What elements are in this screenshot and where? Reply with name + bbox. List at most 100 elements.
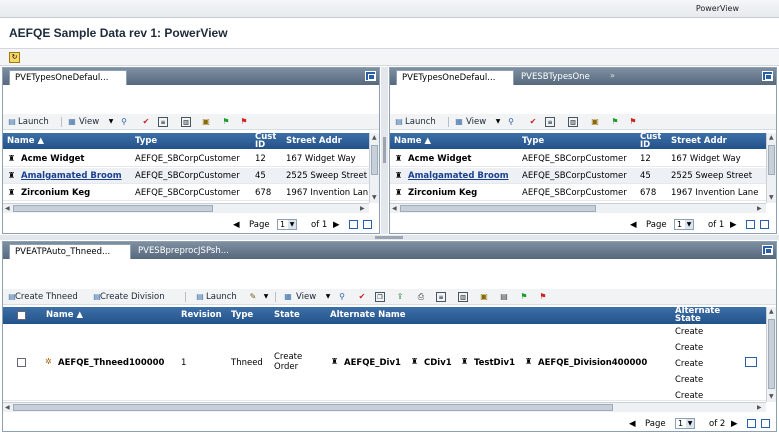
table-row[interactable]: ♜ Amalgamated Broom AEFQE_SBCorpCustomer… xyxy=(390,168,766,184)
chevron-down-icon[interactable]: ▼ xyxy=(261,292,271,302)
checkmark-icon[interactable]: ✔ xyxy=(141,117,151,127)
chevron-down-icon[interactable]: ▼ xyxy=(493,117,503,127)
tab-pvetypesone-default[interactable]: PVETypesOneDefaul... xyxy=(396,70,514,85)
scroll-left-icon[interactable]: ◀ xyxy=(5,205,10,213)
column-header-name[interactable]: Name ▲ xyxy=(7,135,127,147)
scroll-thumb[interactable] xyxy=(13,205,213,212)
scroll-right-icon[interactable]: ▶ xyxy=(757,404,762,412)
scroll-thumb[interactable] xyxy=(768,319,775,389)
print-icon[interactable]: ⎙ xyxy=(416,292,426,302)
column-header-state[interactable]: State xyxy=(274,309,300,321)
chevron-down-icon[interactable]: ▼ xyxy=(106,117,116,127)
table-row[interactable]: ♜ Amalgamated Broom AEFQE_SBCorpCustomer… xyxy=(3,168,369,184)
next-page-icon[interactable]: ▶ xyxy=(731,419,738,429)
scroll-right-icon[interactable]: ▶ xyxy=(360,205,365,213)
chart-icon[interactable]: ▥ xyxy=(568,117,578,127)
customer-name[interactable]: Zirconium Keg xyxy=(408,188,520,199)
maximize-icon[interactable] xyxy=(365,71,376,81)
scroll-right-icon[interactable]: ▶ xyxy=(757,205,762,213)
column-header-street[interactable]: Street Addr xyxy=(286,135,342,147)
tab-pveatpauto-thneed[interactable]: PVEATPAuto_Thneed... xyxy=(9,244,131,259)
notes-icon[interactable]: ▤ xyxy=(499,292,509,302)
maximize-icon[interactable] xyxy=(762,71,773,81)
export-icon[interactable] xyxy=(760,220,769,229)
table-row[interactable]: ♜ Zirconium Keg AEFQE_SBCorpCustomer 678… xyxy=(390,185,766,201)
document-icon[interactable]: ▣ xyxy=(479,292,489,302)
column-header-type[interactable]: Type xyxy=(231,309,253,321)
scroll-down-icon[interactable]: ▼ xyxy=(372,194,377,202)
thneed-name[interactable]: AEFQE_Thneed100000 xyxy=(58,358,164,369)
view-menu-button[interactable]: View xyxy=(296,291,316,303)
scroll-up-icon[interactable]: ▲ xyxy=(372,134,377,142)
flag-red-icon[interactable]: ⚑ xyxy=(628,117,638,127)
page-select[interactable]: 1 ▼ xyxy=(277,219,297,230)
flag-green-icon[interactable]: ⚑ xyxy=(610,117,620,127)
page-select[interactable]: 1 ▼ xyxy=(674,219,694,230)
page-settings-icon[interactable] xyxy=(747,419,756,428)
row-checkbox[interactable] xyxy=(17,358,26,367)
create-division-button[interactable]: Create Division xyxy=(100,291,165,303)
tab-pvesbtypesone[interactable]: PVESBTypesOne xyxy=(516,70,595,85)
scroll-thumb[interactable] xyxy=(400,205,596,212)
launch-button[interactable]: Launch xyxy=(18,116,49,128)
launch-button[interactable]: Launch xyxy=(206,291,237,303)
export-icon[interactable] xyxy=(363,220,372,229)
select-all-checkbox[interactable] xyxy=(17,311,26,320)
vertical-scrollbar[interactable]: ▲ ▼ xyxy=(369,133,379,203)
table-row[interactable]: ♜ Acme Widget AEFQE_SBCorpCustomer 12 16… xyxy=(3,151,369,167)
document-icon[interactable]: ▣ xyxy=(590,117,600,127)
chart-icon[interactable]: ▥ xyxy=(458,292,468,302)
column-header-name[interactable]: Name ▲ xyxy=(394,135,514,147)
column-header-cust-id[interactable]: Cust ID xyxy=(255,133,276,149)
table-view-icon[interactable] xyxy=(745,357,757,367)
scroll-down-icon[interactable]: ▼ xyxy=(769,194,774,202)
next-page-icon[interactable]: ▶ xyxy=(333,220,340,230)
view-menu-button[interactable]: View xyxy=(466,116,486,128)
column-header-type[interactable]: Type xyxy=(522,135,544,147)
export-icon[interactable] xyxy=(761,419,770,428)
customer-name[interactable]: Amalgamated Broom xyxy=(408,171,520,182)
document-icon[interactable]: ▣ xyxy=(201,117,211,127)
customer-name[interactable]: Acme Widget xyxy=(408,154,520,165)
column-header-alternate-name[interactable]: Alternate Name xyxy=(330,309,406,321)
tab-overflow-icon[interactable]: » xyxy=(610,71,615,80)
horizontal-scrollbar[interactable]: ◀ ▶ xyxy=(3,203,369,213)
filter-icon[interactable]: ⚲ xyxy=(337,292,347,302)
create-thneed-button[interactable]: Create Thneed xyxy=(15,291,78,303)
table-row[interactable]: ♜ Acme Widget AEFQE_SBCorpCustomer 12 16… xyxy=(390,151,766,167)
flag-red-icon[interactable]: ⚑ xyxy=(239,117,249,127)
column-header-revision[interactable]: Revision xyxy=(181,309,222,321)
horizontal-scrollbar[interactable]: ◀ ▶ xyxy=(390,203,766,213)
prev-page-icon[interactable]: ◀ xyxy=(233,220,240,230)
flag-green-icon[interactable]: ⚑ xyxy=(221,117,231,127)
checkmark-icon[interactable]: ✔ xyxy=(528,117,538,127)
filter-icon[interactable]: ⚲ xyxy=(506,117,516,127)
prev-page-icon[interactable]: ◀ xyxy=(629,419,636,429)
page-settings-icon[interactable] xyxy=(349,220,358,229)
page-settings-icon[interactable] xyxy=(746,220,755,229)
scroll-up-icon[interactable]: ▲ xyxy=(769,308,774,316)
report-icon[interactable]: ≡ xyxy=(436,292,446,302)
vertical-splitter[interactable] xyxy=(381,67,388,234)
chevron-down-icon[interactable]: ▼ xyxy=(323,292,333,302)
flag-green-icon[interactable]: ⚑ xyxy=(519,292,529,302)
column-header-type[interactable]: Type xyxy=(135,135,157,147)
tab-pvesbpreproc-jsp[interactable]: PVESBpreprocJSPsh... xyxy=(133,244,234,259)
copy-icon[interactable]: ❐ xyxy=(375,292,385,302)
scroll-down-icon[interactable]: ▼ xyxy=(769,393,774,401)
chart-icon[interactable]: ▥ xyxy=(181,117,191,127)
column-header-cust-id[interactable]: Cust ID xyxy=(640,133,661,149)
next-page-icon[interactable]: ▶ xyxy=(730,220,737,230)
customer-name[interactable]: Amalgamated Broom xyxy=(21,171,133,182)
alternate-name-link[interactable]: AEFQE_Div1 xyxy=(344,358,401,369)
filter-icon[interactable]: ⚲ xyxy=(119,117,129,127)
scroll-thumb[interactable] xyxy=(13,404,613,411)
scroll-thumb[interactable] xyxy=(768,145,775,175)
wizard-icon[interactable]: ✎ xyxy=(248,292,258,302)
page-select[interactable]: 1 ▼ xyxy=(675,418,695,429)
scroll-up-icon[interactable]: ▲ xyxy=(769,134,774,142)
column-header-name[interactable]: Name ▲ xyxy=(46,309,83,321)
table-row[interactable]: ♜ Zirconium Keg AEFQE_SBCorpCustomer 678… xyxy=(3,185,369,201)
scroll-left-icon[interactable]: ◀ xyxy=(392,205,397,213)
checkmark-icon[interactable]: ✔ xyxy=(357,292,367,302)
